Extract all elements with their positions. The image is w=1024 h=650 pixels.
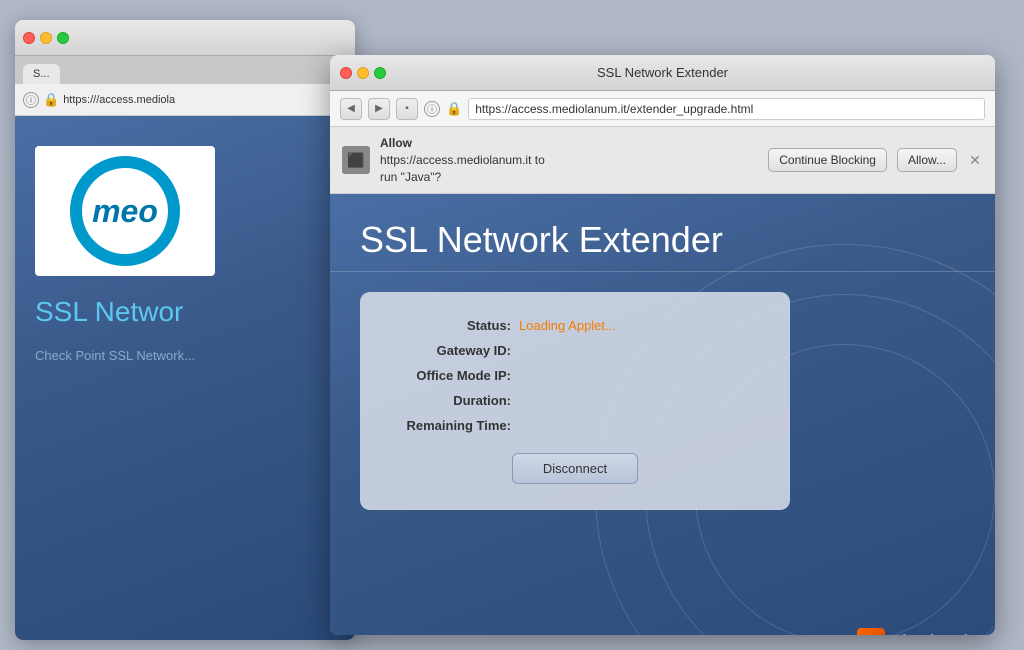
blocking-url-text: https://access.mediolanum.it to (380, 153, 545, 167)
disconnect-button[interactable]: Disconnect (512, 453, 638, 484)
fg-lock-icon: 🔒 (446, 101, 462, 117)
fg-address-bar: ◀ ▶ ▪ ⓘ 🔒 (330, 91, 995, 127)
bg-bottom-text: Check Point SSL Network... (35, 348, 195, 363)
bg-content-area: meo SSL Networ Check Point SSL Network..… (15, 116, 355, 640)
meo-logo: meo (35, 146, 215, 276)
bg-tab-bar: S... (15, 56, 355, 84)
bg-minimize-dot[interactable] (40, 32, 52, 44)
blocking-close-icon[interactable]: ✕ (967, 152, 983, 168)
bg-tab[interactable]: S... (23, 64, 60, 84)
nav-back-button[interactable]: ◀ (340, 98, 362, 120)
status-row: Status: Loading Applet... (381, 318, 769, 333)
blocking-allow-label: Allow (380, 136, 412, 150)
bg-lock-icon: 🔒 (43, 92, 59, 108)
checkpoint-logo-icon: CP (857, 628, 885, 635)
footer-branding: CP Check Point (845, 620, 995, 635)
fg-minimize-dot[interactable] (357, 67, 369, 79)
fg-maximize-dot[interactable] (374, 67, 386, 79)
gateway-id-label: Gateway ID: (381, 343, 511, 358)
status-label: Status: (381, 318, 511, 333)
fg-titlebar: SSL Network Extender (330, 55, 995, 91)
bg-address-text: https:///access.mediola (63, 94, 175, 106)
fg-info-icon: ⓘ (424, 101, 440, 117)
meo-circle-logo: meo (70, 156, 180, 266)
bg-titlebar (15, 20, 355, 56)
bg-info-icon: ⓘ (23, 92, 39, 108)
bg-tab-label: S... (33, 68, 50, 80)
blocking-java-text: run "Java"? (380, 170, 441, 184)
fg-close-dot[interactable] (340, 67, 352, 79)
status-panel: Status: Loading Applet... Gateway ID: Of… (360, 292, 790, 510)
java-plugin-icon: ⬛ (342, 146, 370, 174)
ssl-network-extender-window: SSL Network Extender ◀ ▶ ▪ ⓘ 🔒 ⬛ Allow h… (330, 55, 995, 635)
duration-label: Duration: (381, 393, 511, 408)
continue-blocking-button[interactable]: Continue Blocking (768, 148, 887, 172)
remaining-time-label: Remaining Time: (381, 418, 511, 433)
bg-ssl-text: SSL Networ (35, 296, 183, 328)
java-blocking-bar: ⬛ Allow https://access.mediolanum.it to … (330, 127, 995, 194)
gateway-id-row: Gateway ID: (381, 343, 769, 358)
bg-maximize-dot[interactable] (57, 32, 69, 44)
fg-main-content: SSL Network Extender Status: Loading App… (330, 194, 995, 635)
checkpoint-brand-text: Check Point (891, 633, 983, 635)
window-title: SSL Network Extender (597, 65, 728, 80)
meo-text: meo (92, 193, 158, 230)
allow-button[interactable]: Allow... (897, 148, 957, 172)
duration-row: Duration: (381, 393, 769, 408)
nav-forward-button[interactable]: ▶ (368, 98, 390, 120)
background-browser-window: S... ⓘ 🔒 https:///access.mediola meo SSL… (15, 20, 355, 640)
blocking-message: Allow https://access.mediolanum.it to ru… (380, 135, 758, 185)
office-mode-ip-label: Office Mode IP: (381, 368, 511, 383)
bg-close-dot[interactable] (23, 32, 35, 44)
office-mode-ip-row: Office Mode IP: (381, 368, 769, 383)
status-value: Loading Applet... (519, 318, 616, 333)
address-bar-input[interactable] (468, 98, 985, 120)
bg-address-bar: ⓘ 🔒 https:///access.mediola (15, 84, 355, 116)
nav-page-icon: ▪ (396, 98, 418, 120)
fg-window-controls (340, 67, 386, 79)
remaining-time-row: Remaining Time: (381, 418, 769, 433)
bg-window-controls (23, 32, 69, 44)
